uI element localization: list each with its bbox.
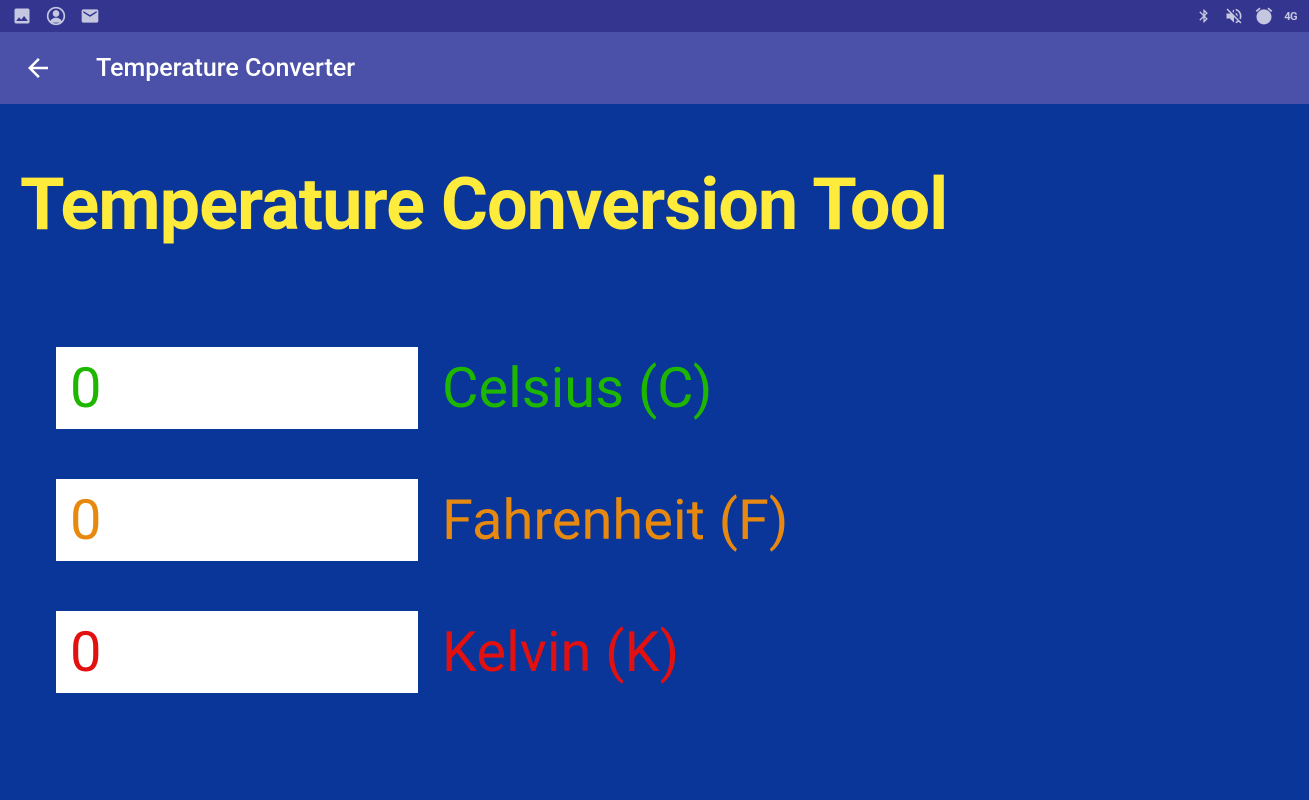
volume-mute-icon: [1224, 6, 1244, 26]
gallery-icon: [12, 6, 32, 26]
celsius-label: Celsius (C): [442, 355, 712, 421]
kelvin-row: Kelvin (K): [56, 611, 1281, 693]
celsius-row: Celsius (C): [56, 347, 1281, 429]
celsius-input[interactable]: [56, 347, 418, 429]
fahrenheit-row: Fahrenheit (F): [56, 479, 1281, 561]
account-icon: [46, 6, 66, 26]
status-right-icons: 4G: [1194, 6, 1297, 26]
fahrenheit-input[interactable]: [56, 479, 418, 561]
kelvin-input[interactable]: [56, 611, 418, 693]
fahrenheit-label: Fahrenheit (F): [442, 487, 788, 553]
network-indicator: 4G: [1284, 10, 1297, 23]
main-content: Temperature Conversion Tool Celsius (C) …: [0, 104, 1309, 693]
app-bar: Temperature Converter: [0, 32, 1309, 104]
status-bar: 4G: [0, 0, 1309, 32]
back-arrow-icon: [23, 53, 53, 83]
status-left-icons: [12, 6, 100, 26]
page-title: Temperature Conversion Tool: [20, 162, 1281, 247]
kelvin-label: Kelvin (K): [442, 619, 679, 685]
app-bar-title: Temperature Converter: [96, 54, 355, 83]
mail-icon: [80, 6, 100, 26]
alarm-icon: [1254, 6, 1274, 26]
bluetooth-icon: [1194, 6, 1214, 26]
back-button[interactable]: [20, 50, 56, 86]
